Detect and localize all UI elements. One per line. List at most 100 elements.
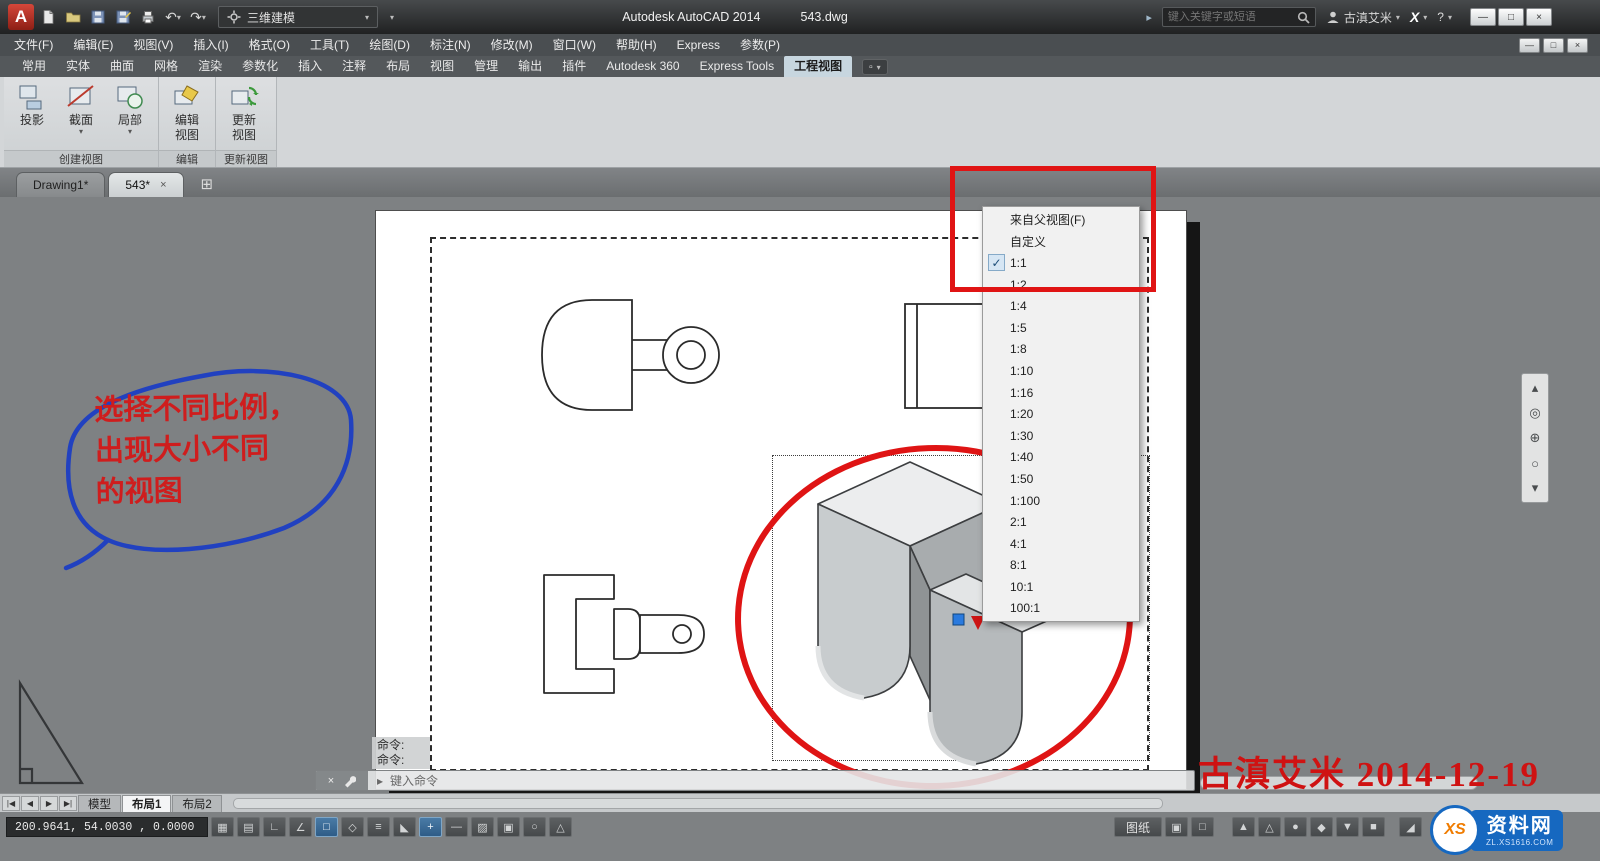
steering-wheel-icon[interactable]: ◎ — [1524, 401, 1546, 425]
command-customize-wrench-icon[interactable] — [342, 774, 356, 788]
doc-tab-close-icon[interactable]: × — [160, 179, 166, 191]
save-as-button[interactable] — [112, 6, 134, 28]
navbar-more-icon[interactable]: ▾ — [1524, 476, 1546, 500]
ribbon-tab-render[interactable]: 渲染 — [188, 56, 232, 77]
panel-label-create-view[interactable]: 创建视图 — [4, 150, 158, 167]
snap-toggle-button[interactable]: ▦ — [211, 817, 234, 837]
ortho-toggle-button[interactable]: ∟ — [263, 817, 286, 837]
annotation-scale-button[interactable]: ▲ — [1232, 817, 1255, 837]
menu-item-scale-8-1[interactable]: 8:1 — [983, 555, 1139, 577]
menu-help[interactable]: 帮助(H) — [606, 34, 667, 56]
layout-next-button[interactable]: ▶ — [40, 796, 58, 811]
sign-in-menu[interactable]: 古滇艾米 ▾ — [1326, 9, 1400, 26]
close-button[interactable]: × — [1526, 8, 1552, 26]
lineweight-toggle-button[interactable]: ― — [445, 817, 468, 837]
ribbon-tab-parametric[interactable]: 参数化 — [232, 56, 288, 77]
ribbon-tab-annotate[interactable]: 注释 — [332, 56, 376, 77]
command-line-bar[interactable]: × ▸ 键入命令 — [315, 770, 1195, 791]
ribbon-tab-express-tools[interactable]: Express Tools — [690, 56, 784, 77]
ribbon-tab-manage[interactable]: 管理 — [464, 56, 508, 77]
undo-button[interactable]: ↶▾ — [162, 6, 184, 28]
command-close-icon[interactable]: × — [328, 775, 334, 787]
ribbon-tab-view[interactable]: 视图 — [420, 56, 464, 77]
workspace-dropdown[interactable]: 三维建模 ▾ — [218, 6, 378, 28]
ribbon-tab-mesh[interactable]: 网格 — [144, 56, 188, 77]
drawing-view-top-left[interactable] — [528, 290, 738, 420]
exchange-apps-button[interactable]: X ▾ — [1410, 9, 1427, 25]
ribbon-tab-output[interactable]: 输出 — [508, 56, 552, 77]
menu-item-scale-1-4[interactable]: 1:4 — [983, 295, 1139, 317]
annotation-monitor-toggle-button[interactable]: △ — [549, 817, 572, 837]
pan-icon[interactable]: ⊕ — [1524, 426, 1546, 450]
ribbon-tab-surface[interactable]: 曲面 — [100, 56, 144, 77]
layout-prev-button[interactable]: ◀ — [21, 796, 39, 811]
panel-label-update-view[interactable]: 更新视图 — [216, 150, 276, 167]
search-input[interactable] — [1168, 11, 1293, 23]
menu-item-scale-1-100[interactable]: 1:100 — [983, 490, 1139, 512]
new-drawing-tab-button[interactable]: ⊞ — [201, 177, 214, 192]
quick-properties-toggle-button[interactable]: ▣ — [497, 817, 520, 837]
plot-button[interactable] — [137, 6, 159, 28]
ribbon-tab-drawing-views[interactable]: 工程视图 — [784, 56, 852, 77]
menu-item-scale-2-1[interactable]: 2:1 — [983, 511, 1139, 533]
menu-modify[interactable]: 修改(M) — [481, 34, 543, 56]
help-button[interactable]: ? ▾ — [1437, 10, 1452, 24]
doc-tab-543[interactable]: 543* × — [108, 172, 183, 197]
help-search-box[interactable] — [1162, 7, 1316, 27]
menu-item-scale-1-30[interactable]: 1:30 — [983, 425, 1139, 447]
menu-view[interactable]: 视图(V) — [123, 34, 183, 56]
section-view-button[interactable]: 截面 ▾ — [60, 81, 102, 135]
lock-toolbar-button[interactable]: ▼ — [1336, 817, 1359, 837]
menu-item-scale-100-1[interactable]: 100:1 — [983, 598, 1139, 620]
doc-minimize-button[interactable]: — — [1519, 38, 1540, 53]
save-button[interactable] — [87, 6, 109, 28]
layout-tab-layout2[interactable]: 布局2 — [172, 795, 221, 812]
command-input[interactable]: ▸ 键入命令 — [368, 772, 1194, 789]
osnap3d-toggle-button[interactable]: ◇ — [341, 817, 364, 837]
minimize-button[interactable]: — — [1470, 8, 1496, 26]
orbit-icon[interactable]: ○ — [1524, 451, 1546, 475]
autoscale-button[interactable]: ● — [1284, 817, 1307, 837]
ribbon-tab-insert[interactable]: 插入 — [288, 56, 332, 77]
redo-button[interactable]: ↷▾ — [187, 6, 209, 28]
open-file-button[interactable] — [62, 6, 84, 28]
drawing-view-bottom-left[interactable] — [528, 565, 740, 703]
annotation-visibility-button[interactable]: △ — [1258, 817, 1281, 837]
drawing-canvas[interactable]: 选择不同比例， 出现大小不同 的视图 来自父视图(F) 自定义 ✓1:1 1:2… — [0, 197, 1600, 793]
layout-tab-layout1[interactable]: 布局1 — [122, 795, 171, 812]
panel-label-edit[interactable]: 编辑 — [159, 150, 215, 167]
navbar-collapse-icon[interactable]: ▴ — [1524, 376, 1546, 400]
layout-last-button[interactable]: ▶| — [59, 796, 77, 811]
menu-item-scale-1-16[interactable]: 1:16 — [983, 382, 1139, 404]
quick-view-layouts-button[interactable]: ▣ — [1165, 817, 1188, 837]
quick-view-drawings-button[interactable]: □ — [1191, 817, 1214, 837]
menu-window[interactable]: 窗口(W) — [543, 34, 606, 56]
ribbon-tab-autodesk360[interactable]: Autodesk 360 — [596, 56, 689, 77]
update-view-button[interactable]: 更新 视图 — [223, 81, 265, 142]
menu-file[interactable]: 文件(F) — [4, 34, 63, 56]
menu-item-scale-1-50[interactable]: 1:50 — [983, 468, 1139, 490]
menu-insert[interactable]: 插入(I) — [183, 34, 238, 56]
menu-dimension[interactable]: 标注(N) — [420, 34, 481, 56]
paper-space-button[interactable]: 图纸 — [1114, 817, 1162, 837]
qat-customize-button[interactable]: ▾ — [381, 6, 403, 28]
ribbon-tab-plugins[interactable]: 插件 — [552, 56, 596, 77]
menu-parametric[interactable]: 参数(P) — [730, 34, 790, 56]
ribbon-tab-home[interactable]: 常用 — [12, 56, 56, 77]
grid-toggle-button[interactable]: ▤ — [237, 817, 260, 837]
menu-item-scale-4-1[interactable]: 4:1 — [983, 533, 1139, 555]
isolate-objects-button[interactable]: ■ — [1362, 817, 1385, 837]
menu-express[interactable]: Express — [667, 34, 730, 56]
edit-view-button[interactable]: 编辑 视图 — [166, 81, 208, 142]
detail-view-button[interactable]: 局部 ▾ — [109, 81, 151, 135]
doc-restore-button[interactable]: □ — [1543, 38, 1564, 53]
layout-scrollbar-track[interactable] — [233, 798, 1163, 809]
layout-tab-model[interactable]: 模型 — [78, 795, 121, 812]
ribbon-tab-solid[interactable]: 实体 — [56, 56, 100, 77]
menu-item-scale-1-5[interactable]: 1:5 — [983, 317, 1139, 339]
ribbon-tab-layout[interactable]: 布局 — [376, 56, 420, 77]
menu-item-scale-1-10[interactable]: 1:10 — [983, 360, 1139, 382]
menu-item-scale-1-40[interactable]: 1:40 — [983, 447, 1139, 469]
new-file-button[interactable] — [37, 6, 59, 28]
doc-tab-drawing1[interactable]: Drawing1* — [16, 172, 105, 197]
